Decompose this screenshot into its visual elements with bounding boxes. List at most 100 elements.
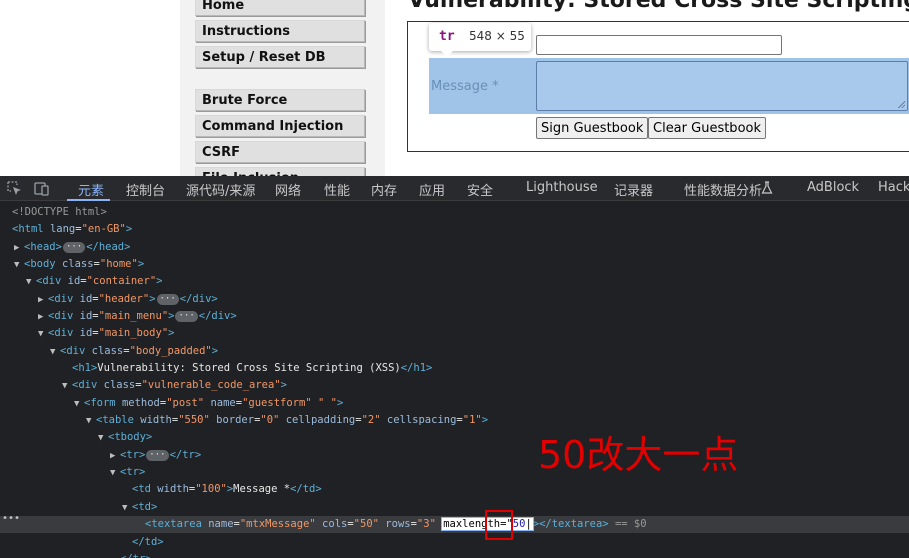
dom-div-main-menu[interactable]: ▶ <div id="main_menu"> ··· </div> [0,308,909,325]
table-border-value: "0" [260,414,280,426]
vuln-class-value: "vulnerable_code_area" [141,379,281,391]
header-id-value: "header" [98,293,150,305]
dom-td-label[interactable]: <td width="100">Message *</td> [0,481,909,498]
tooltip-arrow [441,51,453,57]
collapse-arrow-icon[interactable]: ▼ [14,257,24,274]
collapse-arrow-icon[interactable]: ▼ [110,465,120,482]
tooltip-size: 548 × 55 [469,29,525,43]
menu-item-csrf[interactable]: CSRF [195,141,365,163]
more-options-icon[interactable]: ••• [2,513,20,524]
dom-div-container[interactable]: ▼ <div id="container"> [0,273,909,290]
dom-form[interactable]: ▼ <form method="post" name="guestform" " … [0,395,909,412]
dom-doctype[interactable]: <!DOCTYPE html> [0,204,909,221]
message-label: Message * [431,79,499,94]
annotation-text: 50改大一点 [538,433,739,477]
tab-elements[interactable]: 元素 [78,180,104,199]
tab-recorder[interactable]: 记录器 [614,180,653,199]
tab-sources[interactable]: 源代码/来源 [186,180,255,199]
selected-node-marker: == $0 [614,518,647,530]
inspect-tooltip: tr 548 × 55 [429,23,531,57]
dvwa-page: Home Instructions Setup / Reset DB Brute… [0,0,909,176]
tab-lighthouse[interactable]: Lighthouse [526,180,598,195]
dom-tr-collapsed[interactable]: ▶ <tr> ··· </tr> [0,447,909,464]
form-name-value: "guestform" [242,397,312,409]
tab-performance[interactable]: 性能 [324,180,350,199]
collapse-arrow-icon[interactable]: ▼ [50,344,60,361]
ellipsis-icon[interactable]: ··· [62,242,86,253]
sign-guestbook-button[interactable]: Sign Guestbook [536,117,649,139]
dom-tr-expanded[interactable]: ▼ <tr> [0,464,909,481]
collapse-arrow-icon[interactable]: ▼ [74,396,84,413]
dom-div-main-body[interactable]: ▼ <div id="main_body"> [0,325,909,342]
tooltip-tag: tr [439,29,455,44]
collapse-arrow-icon[interactable]: ▼ [122,500,132,517]
dom-tr-close[interactable]: </tr> [0,551,909,558]
collapse-arrow-icon[interactable]: ▼ [86,413,96,430]
tab-security[interactable]: 安全 [467,180,493,199]
ellipsis-icon[interactable]: ··· [156,294,179,305]
collapse-arrow-icon[interactable]: ▼ [38,326,48,343]
menu-item-setup[interactable]: Setup / Reset DB [195,46,365,68]
ellipsis-icon[interactable]: ··· [146,450,169,461]
devtools-toolbar: 元素 控制台 源代码/来源 网络 性能 内存 应用 安全 Lighthouse … [0,176,909,201]
table-cellspacing-value: "1" [462,414,482,426]
flask-icon [761,181,773,194]
tab-network[interactable]: 网络 [275,180,301,199]
tab-adblock[interactable]: AdBlock [807,180,859,195]
tab-application[interactable]: 应用 [419,180,445,199]
textarea-cols-value: "50" [353,518,379,530]
menu-item-instructions[interactable]: Instructions [195,20,365,42]
dom-div-header[interactable]: ▶ <div id="header"> ··· </div> [0,291,909,308]
menu-item-file-inclusion[interactable]: File Inclusion [195,167,365,176]
dom-body[interactable]: ▼ <body class="home"> [0,256,909,273]
html-lang-value: "en-GB" [81,223,126,235]
clear-guestbook-button[interactable]: Clear Guestbook [648,117,766,139]
collapse-arrow-icon[interactable]: ▼ [62,378,72,395]
main-menu-id-value: "main_menu" [98,310,169,322]
dom-tbody[interactable]: ▼ <tbody> [0,429,909,446]
h1-text: Vulnerability: Stored Cross Site Scripti… [97,362,401,374]
message-textarea[interactable] [536,61,908,111]
textarea-rows-value: "3" [416,518,436,530]
collapse-arrow-icon[interactable]: ▼ [26,274,36,291]
dom-tree: <!DOCTYPE html> <html lang="en-GB"> ▶ <he… [0,204,909,558]
dom-td[interactable]: ▼ <td> [0,499,909,516]
dom-div-vulnerable-code[interactable]: ▼ <div class="vulnerable_code_area"> [0,377,909,394]
form-method-value: "post" [166,397,205,409]
devtools-panel: 元素 控制台 源代码/来源 网络 性能 内存 应用 安全 Lighthouse … [0,176,909,558]
collapse-arrow-icon[interactable]: ▼ [98,430,108,447]
menu-item-home[interactable]: Home [195,0,365,16]
menu-item-command-injection[interactable]: Command Injection [195,115,365,137]
body-padded-class-value: "body_padded" [129,345,212,357]
dom-html[interactable]: <html lang="en-GB"> [0,221,909,238]
dom-h1[interactable]: <h1>Vulnerability: Stored Cross Site Scr… [0,360,909,377]
inspect-element-icon[interactable] [6,180,23,197]
tab-console[interactable]: 控制台 [126,180,165,199]
device-toolbar-icon[interactable] [33,180,50,197]
annotation-highlight-box [485,510,513,540]
table-cellpadding-value: "2" [361,414,381,426]
name-input[interactable] [536,35,782,55]
textarea-name-value: "mtxMessage" [239,518,316,530]
dom-textarea-selected[interactable]: <textarea name="mtxMessage" cols="50" ro… [0,516,909,533]
dom-td-close[interactable]: </td> [0,534,909,551]
dom-head[interactable]: ▶ <head> ··· </head> [0,239,909,256]
doctype-text: <!DOCTYPE html> [12,206,107,218]
expand-arrow-icon[interactable]: ▶ [38,309,48,326]
table-width-value: "550" [178,414,210,426]
dom-table[interactable]: ▼ <table width="550" border="0" cellpaddi… [0,412,909,429]
expand-arrow-icon[interactable]: ▶ [110,448,120,465]
expand-arrow-icon[interactable]: ▶ [38,292,48,309]
resize-grip-icon[interactable] [897,100,905,108]
tab-memory[interactable]: 内存 [371,180,397,199]
body-class-value: "home" [99,258,138,270]
ellipsis-icon[interactable]: ··· [175,311,198,322]
menu-item-brute-force[interactable]: Brute Force [195,89,365,111]
container-id-value: "container" [86,275,157,287]
tab-performance-insights[interactable]: 性能数据分析 [684,180,762,199]
active-tab-indicator [67,199,110,201]
expand-arrow-icon[interactable]: ▶ [14,240,24,257]
dom-div-body-padded[interactable]: ▼ <div class="body_padded"> [0,343,909,360]
maxlength-value-input[interactable]: 50 [513,518,526,530]
tab-hackbar[interactable]: HackBar [878,180,909,195]
